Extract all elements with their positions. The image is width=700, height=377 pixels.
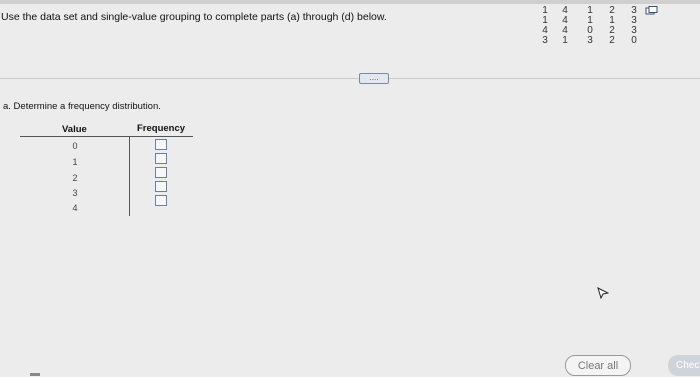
copy-data-icon[interactable] <box>645 6 659 16</box>
table-value: 2 <box>72 173 78 183</box>
instruction-text: Use the data set and single-value groupi… <box>1 11 387 23</box>
table-value: 4 <box>72 203 78 213</box>
frequency-input[interactable] <box>155 153 167 164</box>
clear-all-button[interactable]: Clear all <box>565 355 631 376</box>
check-answer-button[interactable]: Chec <box>668 355 700 376</box>
section-divider <box>0 78 700 79</box>
expand-button[interactable]: .... <box>359 73 389 84</box>
data-value: 3 <box>587 35 593 46</box>
value-header: Value <box>62 124 87 135</box>
data-column-3: 1 1 0 3 <box>584 6 596 46</box>
data-column-4: 2 1 2 2 <box>606 6 618 46</box>
mouse-cursor-icon <box>597 287 609 299</box>
question-a: a. Determine a frequency distribution. <box>3 101 161 112</box>
data-column-1: 1 1 4 3 <box>539 6 551 46</box>
frequency-input[interactable] <box>155 167 167 178</box>
table-column-rule <box>129 136 130 216</box>
data-value: 2 <box>609 35 615 46</box>
data-column-2: 4 4 4 1 <box>559 6 571 46</box>
frequency-header: Frequency <box>137 123 186 134</box>
frequency-input[interactable] <box>155 181 167 192</box>
table-value: 1 <box>72 157 78 167</box>
frequency-input[interactable] <box>155 139 167 150</box>
table-value: 0 <box>72 141 78 151</box>
frequency-input[interactable] <box>155 195 167 206</box>
top-bar <box>0 0 700 4</box>
data-value: 1 <box>562 35 568 46</box>
data-column-5: 3 3 3 0 <box>628 6 640 46</box>
table-value: 3 <box>72 188 78 198</box>
data-value: 0 <box>631 35 637 46</box>
data-value: 3 <box>542 35 548 46</box>
table-header-rule <box>20 136 193 137</box>
